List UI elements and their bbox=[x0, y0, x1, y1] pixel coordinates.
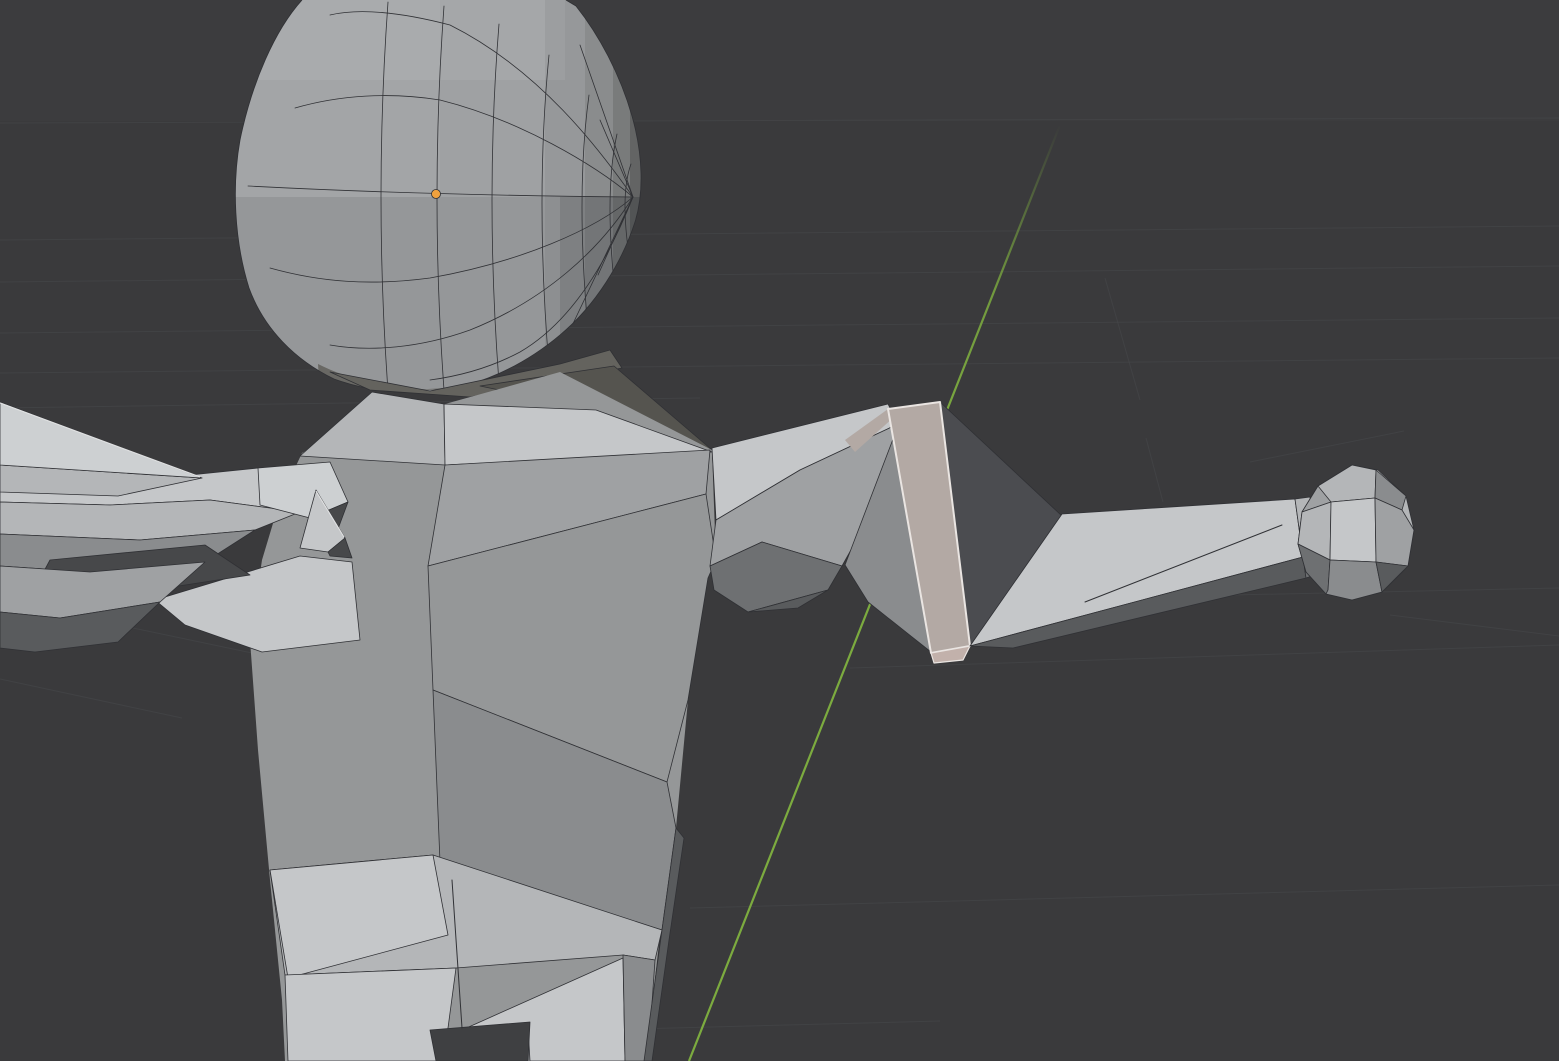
background-top-band bbox=[0, 0, 1559, 121]
viewport-canvas[interactable]: 3D viewport showing a low-poly humanoid … bbox=[0, 0, 1559, 1061]
object-origin-dot[interactable] bbox=[432, 190, 441, 199]
viewport-3d[interactable]: 3D viewport showing a low-poly humanoid … bbox=[0, 0, 1559, 1061]
left-leg bbox=[285, 968, 456, 1061]
